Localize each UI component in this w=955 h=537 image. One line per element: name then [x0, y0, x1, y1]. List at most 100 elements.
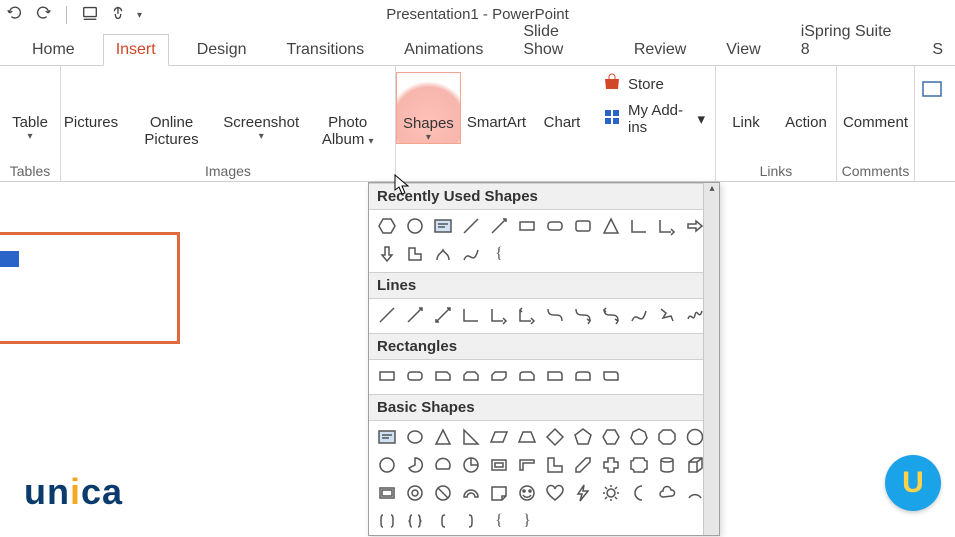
basic-triangle[interactable]	[431, 425, 455, 449]
basic-hexagon[interactable]	[599, 425, 623, 449]
basic-heart[interactable]	[543, 481, 567, 505]
basic-no-symbol[interactable]	[431, 481, 455, 505]
basic-textbox[interactable]	[375, 425, 399, 449]
basic-heptagon[interactable]	[627, 425, 651, 449]
smartart-button[interactable]: SmartArt	[461, 72, 532, 131]
rect-snip2same[interactable]	[459, 364, 483, 388]
basic-block-arc[interactable]	[459, 481, 483, 505]
tab-cutoff[interactable]: S	[920, 35, 955, 65]
rect-sniproundsame[interactable]	[515, 364, 539, 388]
basic-trapezoid[interactable]	[515, 425, 539, 449]
line-elbow-double[interactable]	[515, 303, 539, 327]
shape-elbow[interactable]	[627, 214, 651, 238]
basic-can[interactable]	[655, 453, 679, 477]
basic-folded-corner[interactable]	[487, 481, 511, 505]
rect-round1[interactable]	[543, 364, 567, 388]
rect-snip2diag[interactable]	[487, 364, 511, 388]
shape-curve[interactable]	[459, 242, 483, 266]
slide-thumbnail[interactable]	[0, 232, 180, 344]
redo-icon[interactable]	[34, 4, 52, 26]
tab-view[interactable]: View	[714, 35, 772, 65]
basic-right-triangle[interactable]	[459, 425, 483, 449]
basic-left-bracket[interactable]	[431, 509, 455, 533]
basic-octagon[interactable]	[655, 425, 679, 449]
rect-plain[interactable]	[375, 364, 399, 388]
basic-moon[interactable]	[627, 481, 651, 505]
link-button[interactable]: Link	[716, 72, 776, 131]
basic-right-bracket[interactable]	[459, 509, 483, 533]
basic-l-shape[interactable]	[543, 453, 567, 477]
action-button[interactable]: Action	[776, 72, 836, 131]
tab-review[interactable]: Review	[622, 35, 698, 65]
tab-home[interactable]: Home	[20, 35, 87, 65]
tab-insert[interactable]: Insert	[103, 34, 169, 66]
tab-animations[interactable]: Animations	[392, 35, 495, 65]
shape-rect-alt[interactable]	[571, 214, 595, 238]
table-button[interactable]: Table ▾	[0, 72, 60, 142]
shape-freeform[interactable]	[431, 242, 455, 266]
line-curve-tool[interactable]	[627, 303, 651, 327]
rect-rounded[interactable]	[403, 364, 427, 388]
basic-parallelogram[interactable]	[487, 425, 511, 449]
pictures-button[interactable]: Pictures	[61, 72, 121, 131]
rect-round2same[interactable]	[571, 364, 595, 388]
basic-diag-stripe[interactable]	[571, 453, 595, 477]
rect-round2diag[interactable]	[599, 364, 623, 388]
cutoff-button[interactable]	[915, 72, 955, 112]
basic-frame[interactable]	[487, 453, 511, 477]
shape-hexagon[interactable]	[375, 214, 399, 238]
shape-triangle[interactable]	[599, 214, 623, 238]
tab-transitions[interactable]: Transitions	[275, 35, 377, 65]
line-double-arrow[interactable]	[431, 303, 455, 327]
tab-ispring[interactable]: iSpring Suite 8	[789, 17, 905, 65]
basic-sun[interactable]	[599, 481, 623, 505]
rect-snip1[interactable]	[431, 364, 455, 388]
shape-rounded-rect[interactable]	[543, 214, 567, 238]
comment-button[interactable]: Comment	[837, 72, 914, 131]
line-curved-double[interactable]	[599, 303, 623, 327]
customize-qat-caret-icon[interactable]: ▾	[137, 10, 142, 21]
basic-left-brace[interactable]: {	[487, 509, 511, 533]
shape-arrow-line[interactable]	[487, 214, 511, 238]
line-curved[interactable]	[543, 303, 567, 327]
basic-pie[interactable]	[403, 453, 427, 477]
shape-textbox[interactable]	[431, 214, 455, 238]
tab-slide-show[interactable]: Slide Show	[511, 17, 606, 65]
shape-line[interactable]	[459, 214, 483, 238]
basic-diamond[interactable]	[543, 425, 567, 449]
start-from-beginning-icon[interactable]	[81, 4, 99, 26]
basic-bevel[interactable]	[375, 481, 399, 505]
shape-l-shape[interactable]	[403, 242, 427, 266]
my-addins-button[interactable]: My Add-ins ▾	[602, 102, 705, 136]
photo-album-button[interactable]: Photo Album ▾	[300, 72, 395, 149]
gallery-scrollbar[interactable]	[703, 183, 719, 535]
online-pictures-button[interactable]: Online Pictures	[121, 72, 222, 149]
line-arrow[interactable]	[403, 303, 427, 327]
undo-icon[interactable]	[6, 4, 24, 26]
basic-smiley[interactable]	[515, 481, 539, 505]
line-elbow[interactable]	[459, 303, 483, 327]
line-curved-arrow[interactable]	[571, 303, 595, 327]
basic-donut[interactable]	[403, 481, 427, 505]
line-freeform[interactable]	[655, 303, 679, 327]
basic-oval[interactable]	[403, 425, 427, 449]
shape-oval[interactable]	[403, 214, 427, 238]
basic-dodecagon[interactable]	[375, 453, 399, 477]
basic-teardrop[interactable]	[459, 453, 483, 477]
tab-design[interactable]: Design	[185, 35, 259, 65]
shape-rectangle[interactable]	[515, 214, 539, 238]
touch-mode-icon[interactable]	[109, 4, 127, 26]
store-button[interactable]: Store	[602, 72, 705, 96]
basic-pentagon[interactable]	[571, 425, 595, 449]
basic-double-bracket[interactable]	[375, 509, 399, 533]
basic-lightning[interactable]	[571, 481, 595, 505]
shape-down-arrow[interactable]	[375, 242, 399, 266]
shape-left-brace[interactable]: {	[487, 242, 511, 266]
basic-double-brace[interactable]	[403, 509, 427, 533]
line-straight[interactable]	[375, 303, 399, 327]
shape-elbow-arrow[interactable]	[655, 214, 679, 238]
basic-right-brace[interactable]: }	[515, 509, 539, 533]
basic-chord[interactable]	[431, 453, 455, 477]
shapes-button[interactable]: Shapes ▾	[396, 72, 461, 144]
line-elbow-arrow[interactable]	[487, 303, 511, 327]
